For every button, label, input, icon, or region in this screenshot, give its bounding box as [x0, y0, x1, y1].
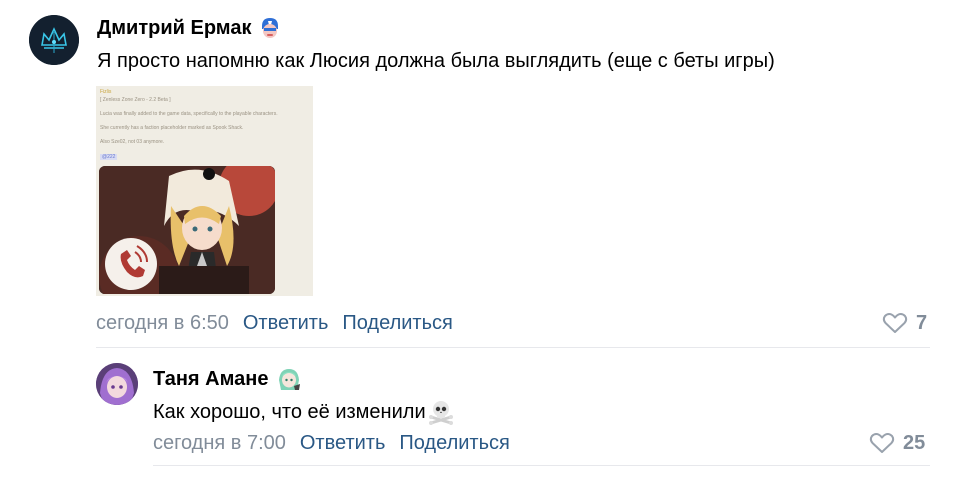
attachment-line: Also Sze02, not 03 anymore. — [100, 139, 165, 145]
heart-icon — [882, 313, 908, 333]
captain-shield-emoji-icon — [259, 16, 281, 40]
comment-image-attachment[interactable]: Fizlis [ Zenless Zone Zero - 2.2 Beta ] … — [96, 86, 313, 296]
divider — [153, 465, 930, 466]
like-count: 25 — [903, 431, 926, 454]
crown-avatar-icon — [29, 15, 79, 65]
attachment-line: Fizlis — [100, 89, 112, 95]
comment-meta: сегодня в 7:00 Ответить Поделиться — [153, 431, 510, 455]
divider — [96, 347, 930, 348]
author-name[interactable]: Таня Амане — [153, 368, 268, 391]
attachment-line: @222 — [100, 154, 118, 160]
like-count: 7 — [916, 311, 928, 334]
comment-time[interactable]: сегодня в 6:50 — [96, 312, 229, 335]
share-button[interactable]: Поделиться — [342, 312, 452, 335]
comment-text: Как хорошо, что её изменили — [153, 399, 454, 425]
comment-time[interactable]: сегодня в 7:00 — [153, 432, 286, 455]
anime-avatar-icon — [96, 363, 138, 405]
like-button[interactable]: 7 — [882, 311, 927, 335]
reply-button[interactable]: Ответить — [300, 432, 386, 455]
comment-author[interactable]: Дмитрий Ермак — [97, 14, 281, 42]
heart-icon — [869, 433, 895, 453]
reply-button[interactable]: Ответить — [243, 312, 329, 335]
avatar[interactable] — [29, 15, 79, 65]
avatar[interactable] — [96, 363, 138, 405]
like-button[interactable]: 25 — [869, 431, 925, 455]
skull-crossbones-emoji-icon — [428, 399, 454, 425]
attachment-line: [ Zenless Zone Zero - 2.2 Beta ] — [100, 97, 171, 103]
share-button[interactable]: Поделиться — [399, 432, 509, 455]
comment-text-content: Как хорошо, что её изменили — [153, 400, 426, 423]
comment-meta: сегодня в 6:50 Ответить Поделиться — [96, 311, 453, 335]
attachment-line: Lucia was finally added to the game data… — [100, 111, 278, 117]
character-card-image — [99, 166, 275, 294]
anime-character-emoji-icon — [276, 366, 302, 392]
comment-author[interactable]: Таня Амане — [153, 365, 302, 393]
attachment-line: She currently has a faction placeholder … — [100, 125, 244, 131]
author-name[interactable]: Дмитрий Ермак — [97, 17, 251, 40]
comment-text: Я просто напомню как Люсия должна была в… — [97, 50, 775, 72]
